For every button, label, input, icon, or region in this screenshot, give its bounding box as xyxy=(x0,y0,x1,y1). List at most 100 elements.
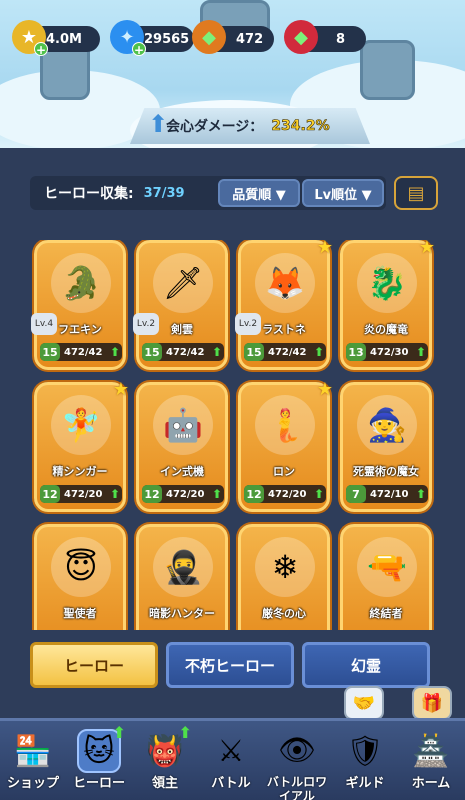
hero-level: 12 xyxy=(244,485,264,503)
collection-label: ヒーロー収集: xyxy=(44,186,134,202)
hero-name: 聖使者 xyxy=(63,607,97,620)
star-icon: ★ xyxy=(316,379,333,400)
hero-level: 13 xyxy=(346,343,366,361)
hero-fragments: 472/10 xyxy=(370,488,409,500)
hero-card[interactable]: 🥷 暗影ハンター xyxy=(136,524,228,630)
hero-portrait: 🧜 xyxy=(255,395,315,455)
codex-book-button[interactable]: ▤ xyxy=(394,176,438,210)
hero-name: 厳冬の心 xyxy=(262,607,306,620)
hero-panel: ヒーロー収集: 37/39 品質順 ▼ Lv順位 ▼ ▤ 🐊 Lv.4 フエキン… xyxy=(0,148,465,718)
hero-fragments: 472/42 xyxy=(268,346,307,358)
hero-card[interactable]: ❄ 厳冬の心 xyxy=(238,524,330,630)
hero-name: ラストネ xyxy=(262,323,306,336)
hero-card[interactable]: 🗡 Lv.2 剣雲 15 472/42 ⬆ xyxy=(133,240,228,370)
red-crystal-counter[interactable]: ◆ 8 xyxy=(284,20,366,54)
hero-card[interactable]: ★ 🧜 ロン 12 472/20 ⬆ xyxy=(238,379,333,512)
upgrade-arrow-icon: ⬆ xyxy=(313,487,324,501)
hero-card[interactable]: ★ 🦊 Lv.2 ラストネ 15 472/42 ⬆ xyxy=(235,240,333,370)
upgrade-arrow-icon: ⬆ xyxy=(112,723,126,742)
home-icon: 🏯 xyxy=(412,733,450,769)
hero-portrait: 🧚 xyxy=(51,395,111,455)
hero-progress: 12 472/20 ⬆ xyxy=(142,485,224,503)
nav-shop[interactable]: 🏪 ショップ xyxy=(0,721,66,800)
hero-card[interactable]: 🤖 イン式機 12 472/20 ⬆ xyxy=(136,382,228,512)
hero-card[interactable]: 🔫 終結者 xyxy=(340,524,432,630)
tab-hero[interactable]: ヒーロー xyxy=(30,642,158,688)
upgrade-arrow-icon: ⬆ xyxy=(313,345,324,359)
handshake-icon: 🤝 xyxy=(352,692,376,714)
hero-name: イン式機 xyxy=(160,465,204,478)
hero-portrait: 🥷 xyxy=(153,537,213,597)
hero-card[interactable]: 😇 聖使者 xyxy=(34,524,126,630)
hero-name: 終結者 xyxy=(369,607,403,620)
level-sort-button[interactable]: Lv順位 ▼ xyxy=(302,179,384,207)
home-chest-button[interactable]: 🎁 xyxy=(412,686,452,720)
add-gold-icon[interactable]: + xyxy=(34,42,48,57)
top-banner: ★ + 4.0M ✦ + 29565 ◆ 472 ◆ 8 会心ダメージ： 234… xyxy=(0,0,465,150)
hero-level: 15 xyxy=(142,343,162,361)
hero-portrait: 🤖 xyxy=(153,395,213,455)
hero-portrait: 🐉 xyxy=(357,253,417,313)
hero-card[interactable]: ★ 🐉 炎の魔竜 13 472/30 ⬆ xyxy=(340,240,435,370)
guild-handshake-button[interactable]: 🤝 xyxy=(344,686,384,720)
hero-card[interactable]: 🐊 Lv.4 フエキン 15 472/42 ⬆ xyxy=(31,240,126,370)
hero-portrait: 😇 xyxy=(51,537,111,597)
battle-icon: ⚔ xyxy=(217,733,245,769)
nav-hero[interactable]: 🐱 ⬆ ヒーロー xyxy=(66,721,132,800)
nav-lord[interactable]: 👹 ⬆ 領主 xyxy=(132,721,198,800)
upgrade-arrow-icon: ⬆ xyxy=(178,723,192,742)
nav-home[interactable]: 🏯 ホーム xyxy=(398,721,464,800)
hero-name: 炎の魔竜 xyxy=(364,323,408,336)
star-icon: ★ xyxy=(112,379,129,400)
hero-name: 精シンガー xyxy=(52,465,108,478)
upgrade-arrow-icon: ⬆ xyxy=(109,345,120,359)
up-arrow-icon: ⬆ xyxy=(148,110,169,138)
hero-fragments: 472/42 xyxy=(166,346,205,358)
hero-name: フエキン xyxy=(58,323,102,336)
tab-immortal-hero[interactable]: 不朽ヒーロー xyxy=(166,642,294,688)
hero-card[interactable]: 🧙 死霊術の魔女 7 472/10 ⬆ xyxy=(340,382,432,512)
upgrade-arrow-icon: ⬆ xyxy=(211,487,222,501)
crit-damage-label: 会心ダメージ： xyxy=(166,119,264,135)
green-crystal-icon: ◆ xyxy=(192,20,226,54)
red-crystal-icon: ◆ xyxy=(284,20,318,54)
add-gem-icon[interactable]: + xyxy=(132,42,146,57)
hero-portrait: ❄ xyxy=(255,537,315,597)
hero-level: 7 xyxy=(346,485,366,503)
guild-icon: 🛡 xyxy=(345,733,385,769)
hero-category-tabs: ヒーロー 不朽ヒーロー 幻霊 xyxy=(0,642,465,698)
nav-battle[interactable]: ⚔ バトル xyxy=(198,721,264,800)
hero-fragments: 472/20 xyxy=(268,488,307,500)
bottom-nav: 🏪 ショップ 🐱 ⬆ ヒーロー 👹 ⬆ 領主 ⚔ バトル 👁 バトルロワイアル … xyxy=(0,718,465,800)
star-icon: ★ xyxy=(418,240,435,258)
hero-portrait: 🧙 xyxy=(357,395,417,455)
hero-portrait: 🔫 xyxy=(357,537,417,597)
hero-progress: 15 472/42 ⬆ xyxy=(142,343,224,361)
hero-portrait: 🦊 xyxy=(255,253,315,313)
hero-fragments: 472/20 xyxy=(166,488,205,500)
hero-progress: 12 472/20 ⬆ xyxy=(244,485,326,503)
nav-battle-royale[interactable]: 👁 バトルロワイアル xyxy=(264,721,330,800)
hero-fragments: 472/30 xyxy=(370,346,409,358)
hero-level: 12 xyxy=(142,485,162,503)
upgrade-arrow-icon: ⬆ xyxy=(415,487,426,501)
quality-sort-button[interactable]: 品質順 ▼ xyxy=(218,179,300,207)
upgrade-arrow-icon: ⬆ xyxy=(415,345,426,359)
hero-grid: 🐊 Lv.4 フエキン 15 472/42 ⬆ 🗡 Lv.2 剣雲 15 472… xyxy=(0,240,465,630)
gem-counter[interactable]: ✦ + 29565 xyxy=(110,20,194,57)
book-icon: ▤ xyxy=(407,182,425,204)
gold-counter[interactable]: ★ + 4.0M xyxy=(12,20,100,57)
green-crystal-counter[interactable]: ◆ 472 xyxy=(192,20,274,54)
hero-card[interactable]: ★ 🧚 精シンガー 12 472/20 ⬆ xyxy=(34,379,129,512)
hero-progress: 13 472/30 ⬆ xyxy=(346,343,428,361)
treasure-chest-icon: 🎁 xyxy=(420,692,444,714)
tab-spirit[interactable]: 幻霊 xyxy=(302,642,430,688)
hero-progress: 7 472/10 ⬆ xyxy=(346,485,428,503)
hero-progress: 15 472/42 ⬆ xyxy=(40,343,122,361)
collection-count: 37/39 xyxy=(143,185,185,201)
statue-right xyxy=(360,40,415,100)
hero-name: 剣雲 xyxy=(171,323,193,336)
nav-guild[interactable]: 🛡 ギルド xyxy=(332,721,398,800)
hero-name: 暗影ハンター xyxy=(149,607,215,620)
crit-damage-value: 234.2% xyxy=(271,118,330,135)
